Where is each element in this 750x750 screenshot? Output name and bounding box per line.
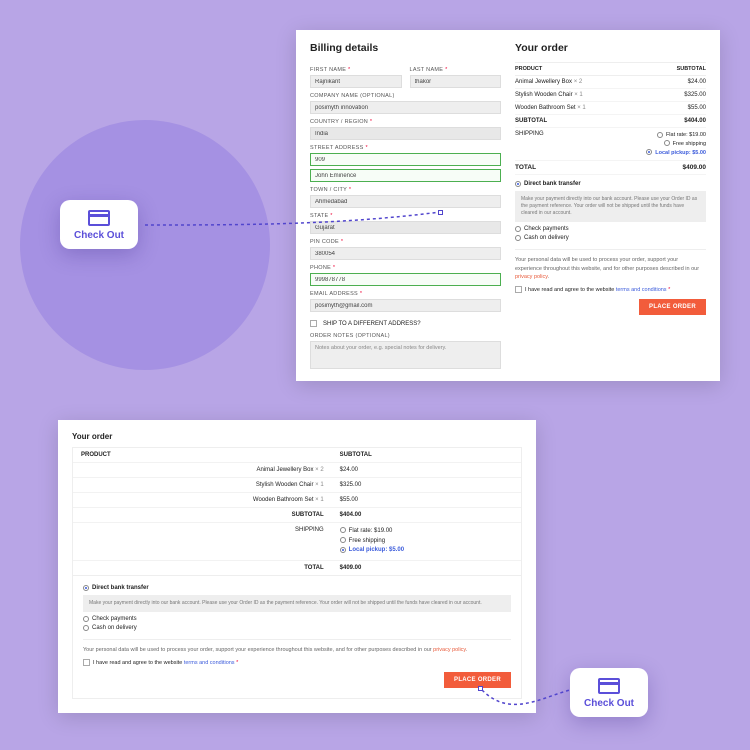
credit-card-icon	[88, 210, 110, 226]
company-label: COMPANY NAME (OPTIONAL)	[310, 93, 501, 99]
billing-column: Billing details FIRST NAME * LAST NAME *…	[310, 42, 501, 369]
connector-handle	[478, 686, 483, 691]
state-label: STATE *	[310, 213, 501, 219]
privacy-link[interactable]: privacy policy	[515, 274, 548, 280]
country-label: COUNTRY / REGION *	[310, 119, 501, 125]
order-column: Your order PRODUCTSUBTOTAL Animal Jewell…	[515, 42, 706, 369]
first-name-label: FIRST NAME *	[310, 67, 402, 73]
order-total: TOTAL$409.00	[515, 161, 706, 175]
order-item: Wooden Bathroom Set × 1$55.00	[515, 102, 706, 115]
order-item: Animal Jewellery Box × 2$24.00	[515, 76, 706, 89]
town-label: TOWN / CITY *	[310, 187, 501, 193]
country-select[interactable]	[310, 127, 501, 140]
order-subtotal-b: SUBTOTAL$404.00	[73, 508, 521, 523]
checkout-panel-top: Billing details FIRST NAME * LAST NAME *…	[296, 30, 720, 381]
email-label: EMAIL ADDRESS *	[310, 291, 501, 297]
pay-cod[interactable]: Cash on delivery	[515, 235, 706, 241]
payment-block-b: Direct bank transfer Make your payment d…	[72, 576, 522, 699]
pin-input[interactable]	[310, 247, 501, 260]
order-heading-b: Your order	[72, 432, 522, 441]
order-item: Wooden Bathroom Set × 1$55.00	[73, 493, 521, 508]
ship-flat-b[interactable]: Flat rate: $19.00	[340, 527, 513, 537]
place-order-button[interactable]: PLACE ORDER	[639, 299, 706, 315]
payment-methods: Direct bank transfer Make your payment d…	[515, 181, 706, 241]
bank-note: Make your payment directly into our bank…	[515, 191, 706, 222]
order-total-b: TOTAL$409.00	[73, 561, 521, 575]
order-item: Animal Jewellery Box × 2$24.00	[73, 463, 521, 478]
privacy-text-b: Your personal data will be used to proce…	[83, 639, 511, 654]
credit-card-icon	[598, 678, 620, 694]
pay-cod-b[interactable]: Cash on delivery	[83, 625, 511, 631]
email-input[interactable]	[310, 299, 501, 312]
checkout-badge: Check Out	[60, 200, 138, 249]
terms-link[interactable]: terms and conditions	[616, 287, 667, 293]
first-name-input[interactable]	[310, 75, 402, 88]
company-input[interactable]	[310, 101, 501, 114]
town-input[interactable]	[310, 195, 501, 208]
terms-checkbox[interactable]: I have read and agree to the website ter…	[515, 286, 706, 293]
last-name-label: LAST NAME *	[410, 67, 502, 73]
ship-flat[interactable]: Flat rate: $19.00	[646, 131, 706, 140]
street2-input[interactable]	[310, 169, 501, 182]
phone-label: PHONE *	[310, 265, 501, 271]
billing-heading: Billing details	[310, 42, 501, 54]
ship-diff-toggle[interactable]: SHIP TO A DIFFERENT ADDRESS?	[310, 320, 501, 327]
pay-bank[interactable]: Direct bank transfer	[515, 181, 706, 187]
pin-label: PIN CODE *	[310, 239, 501, 245]
pay-check-b[interactable]: Check payments	[83, 616, 511, 622]
bank-note-b: Make your payment directly into our bank…	[83, 595, 511, 612]
phone-input[interactable]	[310, 273, 501, 286]
street-label: STREET ADDRESS *	[310, 145, 501, 151]
order-item: Stylish Wooden Chair × 1$325.00	[515, 89, 706, 102]
order-notes-input[interactable]: Notes about your order, e.g. special not…	[310, 341, 501, 369]
order-table-header: PRODUCTSUBTOTAL	[515, 62, 706, 76]
privacy-text: Your personal data will be used to proce…	[515, 249, 706, 281]
terms-checkbox-b[interactable]: I have read and agree to the website ter…	[83, 659, 511, 666]
order-table-b: PRODUCTSUBTOTAL Animal Jewellery Box × 2…	[72, 447, 522, 576]
order-shipping-b: SHIPPING Flat rate: $19.00 Free shipping…	[73, 523, 521, 561]
checkout-badge: Check Out	[570, 668, 648, 717]
ship-local-b[interactable]: Local pickup: $5.00	[340, 546, 513, 556]
ship-free-b[interactable]: Free shipping	[340, 537, 513, 547]
order-item: Stylish Wooden Chair × 1$325.00	[73, 478, 521, 493]
ship-local[interactable]: Local pickup: $5.00	[646, 149, 706, 158]
background-blob	[20, 120, 270, 370]
privacy-link-b[interactable]: privacy policy	[433, 647, 466, 653]
order-shipping: SHIPPING Flat rate: $19.00 Free shipping…	[515, 128, 706, 161]
badge-label: Check Out	[74, 230, 124, 241]
state-select[interactable]	[310, 221, 501, 234]
badge-label: Check Out	[584, 698, 634, 709]
terms-link-b[interactable]: terms and conditions	[184, 660, 235, 666]
connector-handle	[438, 210, 443, 215]
street1-input[interactable]	[310, 153, 501, 166]
checkout-panel-bottom: Your order PRODUCTSUBTOTAL Animal Jewell…	[58, 420, 536, 713]
last-name-input[interactable]	[410, 75, 502, 88]
order-heading: Your order	[515, 42, 706, 54]
pay-bank-b[interactable]: Direct bank transfer	[83, 585, 511, 591]
order-subtotal: SUBTOTAL$404.00	[515, 115, 706, 128]
pay-check[interactable]: Check payments	[515, 226, 706, 232]
ship-free[interactable]: Free shipping	[646, 140, 706, 149]
notes-label: ORDER NOTES (OPTIONAL)	[310, 333, 501, 339]
